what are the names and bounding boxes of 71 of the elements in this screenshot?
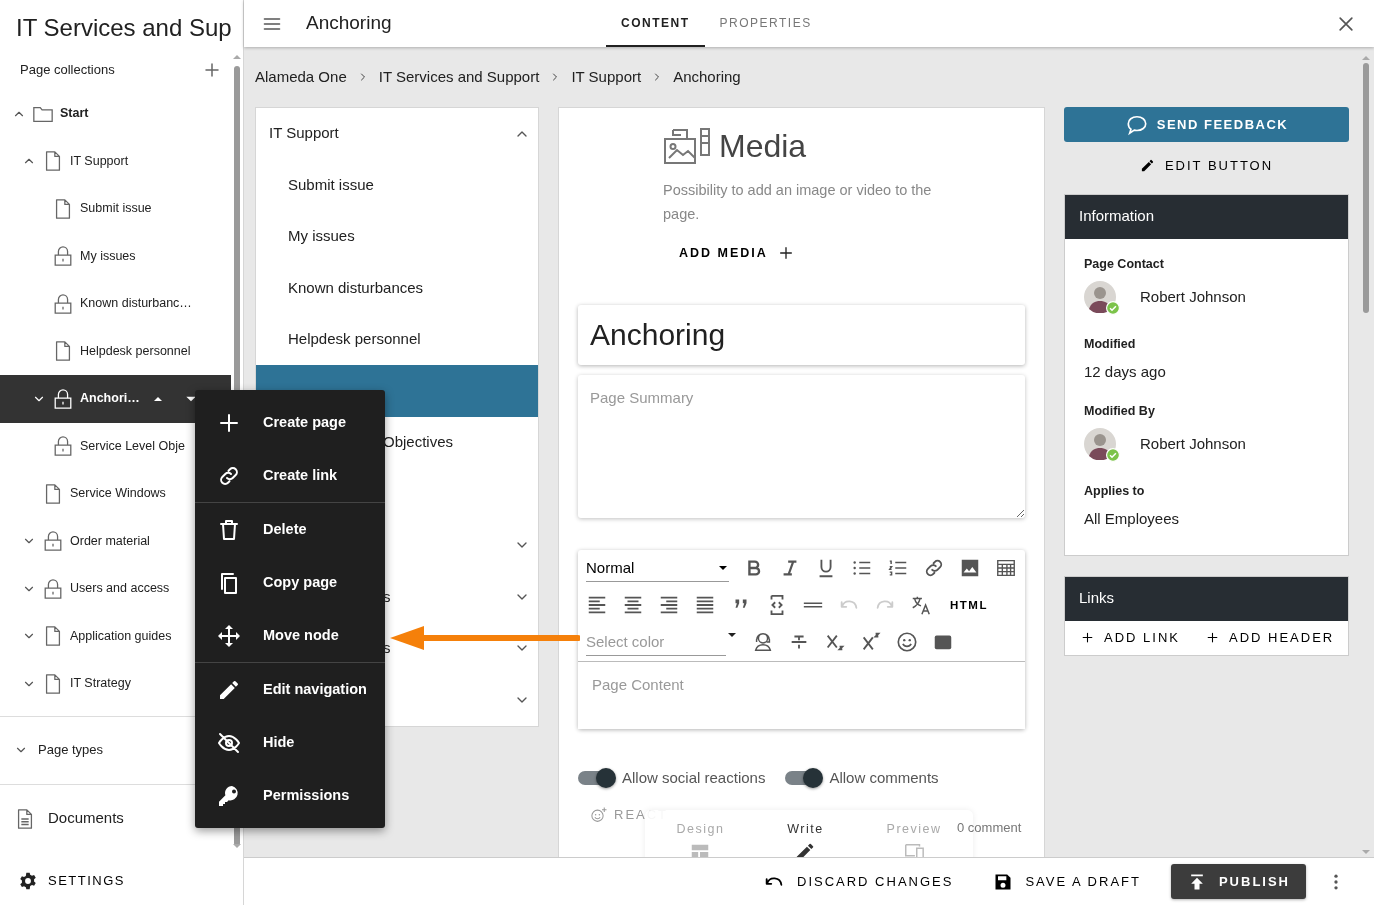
discard-button[interactable]: DISCARD CHANGES	[753, 864, 964, 899]
headset-person-icon[interactable]	[752, 631, 774, 654]
field-value: All Employees	[1084, 509, 1181, 529]
tree-item[interactable]: Start	[0, 90, 231, 138]
person-name[interactable]: Robert Johnson	[1140, 433, 1246, 456]
section-label: Page collections	[20, 61, 115, 80]
tab[interactable]: PROPERTIES	[704, 0, 827, 47]
media-icon	[663, 126, 711, 166]
add-media-button[interactable]: ADD MEDIA	[673, 240, 800, 267]
page-types-toggle[interactable]: Page types	[0, 716, 231, 784]
plus-icon	[1205, 631, 1219, 644]
tab[interactable]: CONTENT	[606, 0, 705, 47]
breadcrumb-current: Anchoring	[673, 66, 741, 87]
toggle-switch[interactable]	[578, 768, 616, 788]
plus-icon	[777, 245, 794, 262]
toggle-label: Allow social reactions	[622, 767, 766, 788]
settings-icon	[18, 871, 38, 891]
nav-item[interactable]: My issues	[288, 225, 355, 248]
card-header: Links	[1065, 576, 1348, 621]
field-label: Modified	[1084, 336, 1137, 354]
content-field[interactable]: Page Content	[578, 660, 1025, 729]
save-draft-button[interactable]: SAVE A DRAFT	[983, 865, 1151, 898]
breadcrumb-link[interactable]: Alameda One	[255, 65, 347, 89]
comment-count: 0 comment	[957, 819, 1022, 837]
publish-button[interactable]: PUBLISH	[1170, 864, 1306, 899]
sidebar-title: IT Services and Sup	[15, 13, 233, 43]
title-field[interactable]: Anchoring	[578, 304, 1025, 365]
tree-item[interactable]: Helpdesk personnel	[0, 327, 231, 375]
nav-item[interactable]: Submit issue	[288, 173, 374, 196]
pencil-icon	[1139, 158, 1155, 174]
panel-heading: IT Support	[269, 123, 339, 144]
eye-slash-icon	[217, 730, 241, 755]
field-label: Modified By	[1084, 402, 1156, 420]
toggle-label: Allow comments	[829, 767, 939, 788]
format-dropdown[interactable]: Normal	[586, 554, 729, 582]
emoji-icon[interactable]	[896, 631, 918, 654]
add-header-button[interactable]: ADD HEADER	[1199, 625, 1341, 650]
plus-icon	[1081, 631, 1094, 644]
toggle-switch[interactable]	[785, 768, 824, 788]
card-header: Information	[1065, 194, 1348, 239]
mode-tab[interactable]: Write	[783, 820, 828, 857]
breadcrumb-link[interactable]: IT Support	[571, 65, 642, 89]
tree-item[interactable]: Known disturbanc…	[0, 280, 231, 328]
tree-item[interactable]: Submit issue	[0, 185, 231, 233]
nav-item[interactable]: Helpdesk personnel	[288, 328, 421, 351]
field-label: Applies to	[1084, 483, 1146, 501]
scrollbar[interactable]	[1361, 55, 1371, 855]
trash-icon	[217, 517, 241, 542]
send-feedback-button[interactable]: SEND FEEDBACK	[1064, 107, 1349, 142]
person-name[interactable]: Robert Johnson	[1140, 286, 1246, 309]
page-title: Anchoring	[306, 11, 393, 36]
tree-item[interactable]: IT Support	[0, 137, 231, 185]
field-value: 12 days ago	[1084, 362, 1167, 382]
key-icon	[217, 783, 241, 808]
tree-item[interactable]: Anchori…	[0, 375, 231, 423]
breadcrumb-link[interactable]: IT Services and Support	[378, 65, 540, 89]
nav-item[interactable]: Objectives	[383, 431, 454, 454]
add-emoji-icon	[590, 806, 608, 824]
add-icon[interactable]	[203, 61, 221, 79]
nav-item[interactable]: Known disturbances	[288, 276, 424, 299]
summary-field[interactable]: Page Summary	[578, 374, 1025, 518]
edit-button[interactable]: EDIT BUTTON	[1131, 150, 1282, 182]
field-label: Page Contact	[1084, 255, 1165, 273]
chat-bubble-icon	[1124, 113, 1149, 136]
html-button[interactable]: HTML	[946, 596, 992, 614]
media-description: Possibility to add an image or video to the page.	[663, 181, 933, 224]
add-link-button[interactable]: ADD LINK	[1075, 625, 1186, 650]
tree-item[interactable]: My issues	[0, 232, 231, 280]
translate-icon[interactable]	[910, 594, 932, 617]
move-icon	[217, 623, 241, 648]
media-title: Media	[719, 127, 807, 166]
